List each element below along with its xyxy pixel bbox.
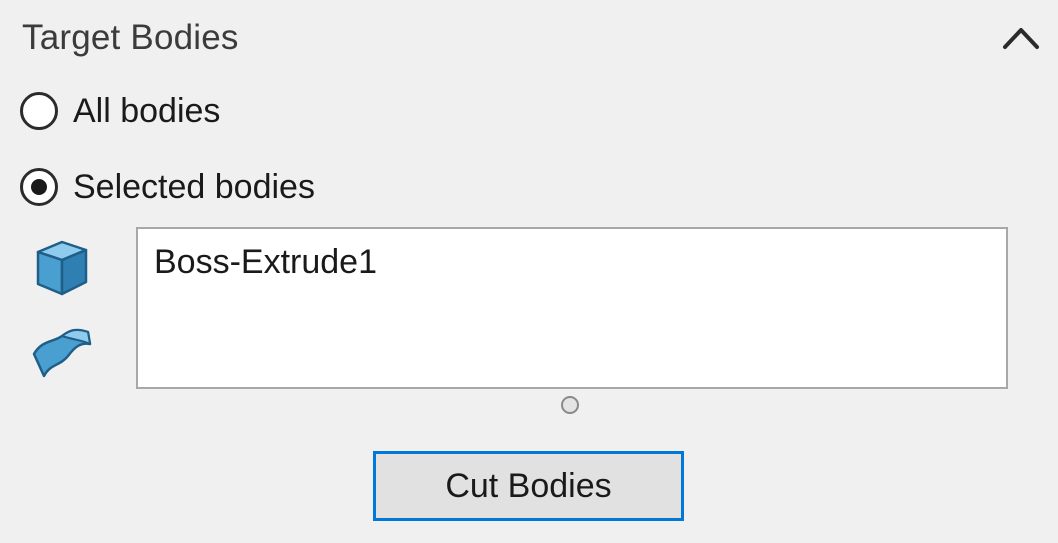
radio-selected-bodies[interactable]: Selected bodies	[20, 165, 315, 209]
radio-all-bodies[interactable]: All bodies	[20, 89, 220, 133]
section-title: Target Bodies	[22, 18, 239, 57]
list-item[interactable]: Boss-Extrude1	[154, 243, 377, 282]
selected-bodies-list[interactable]: Boss-Extrude1	[136, 227, 1008, 389]
radio-label: All bodies	[73, 91, 221, 130]
list-resize-handle[interactable]	[561, 396, 579, 414]
target-bodies-panel: Target Bodies All bodies Selected bodies…	[0, 0, 1058, 543]
radio-label: Selected bodies	[73, 167, 315, 206]
radio-button[interactable]	[20, 168, 58, 206]
cut-bodies-button[interactable]: Cut Bodies	[373, 451, 684, 521]
chevron-up-icon[interactable]	[999, 20, 1043, 54]
radio-button[interactable]	[20, 92, 58, 130]
surface-body-icon[interactable]	[30, 318, 92, 380]
solid-body-icon[interactable]	[30, 236, 92, 298]
